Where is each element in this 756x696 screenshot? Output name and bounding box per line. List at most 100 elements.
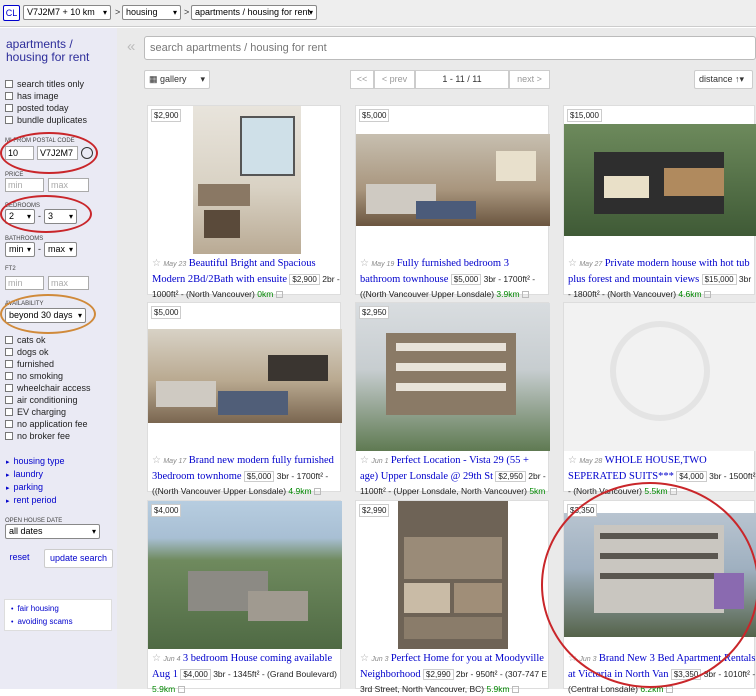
- wheelchair-access-checkbox[interactable]: wheelchair access: [5, 383, 91, 393]
- help-links-box: • fair housing • avoiding scams: [4, 599, 112, 631]
- prev-page-button[interactable]: < prev: [374, 70, 415, 89]
- search-titles-only-checkbox[interactable]: search titles only: [5, 79, 84, 89]
- chevron-down-icon: ▾: [308, 8, 313, 17]
- listing-info: ☆ May 19 Fully furnished bedroom 3 bathr…: [360, 256, 548, 301]
- parking-toggle[interactable]: ▸ parking: [6, 482, 43, 492]
- chevron-down-icon: ▾: [26, 245, 31, 254]
- no-broker-fee-checkbox[interactable]: no broker fee: [5, 431, 70, 441]
- hide-listing-icon[interactable]: [313, 488, 321, 495]
- listing-image[interactable]: [564, 303, 756, 451]
- hide-listing-icon[interactable]: [177, 686, 185, 693]
- price-badge: $2,950: [359, 306, 390, 319]
- subcategory-value: apartments / housing for rent: [195, 7, 311, 17]
- rent-period-toggle[interactable]: ▸ rent period: [6, 495, 57, 505]
- listing-info: ☆ May 17 Brand new modern fully furnishe…: [152, 453, 340, 498]
- listing-image[interactable]: [148, 106, 342, 254]
- location-value: V7J2M7 + 10 km: [27, 7, 95, 17]
- location-select[interactable]: V7J2M7 + 10 km ▾: [23, 5, 111, 20]
- hide-listing-icon[interactable]: [703, 291, 711, 298]
- listing-image[interactable]: [356, 501, 550, 649]
- max-bathrooms-value: max: [48, 244, 66, 254]
- star-icon[interactable]: ☆: [568, 258, 577, 269]
- listing-image[interactable]: [356, 303, 550, 451]
- no-application-fee-checkbox[interactable]: no application fee: [5, 419, 88, 429]
- max-sqft-input[interactable]: max: [48, 276, 89, 290]
- search-sidebar: apartments / housing for rent search tit…: [0, 28, 117, 689]
- range-indicator: 1 - 11 / 11: [415, 70, 509, 89]
- ev-charging-checkbox[interactable]: EV charging: [5, 407, 66, 417]
- triangle-right-icon: ▸: [6, 459, 10, 466]
- star-icon[interactable]: ☆: [360, 653, 369, 664]
- listing-card[interactable]: $2,990 ☆ Jun 3 Perfect Home for you at M…: [355, 500, 550, 694]
- min-sqft-input[interactable]: min: [5, 276, 44, 290]
- star-icon[interactable]: ☆: [152, 653, 161, 664]
- air-conditioning-checkbox[interactable]: air conditioning: [5, 395, 78, 405]
- min-bathrooms-select[interactable]: min ▾: [5, 242, 35, 257]
- search-input[interactable]: search apartments / housing for rent: [144, 36, 756, 60]
- first-page-button[interactable]: <<: [350, 70, 374, 89]
- posted-today-checkbox[interactable]: posted today: [5, 103, 69, 113]
- max-bathrooms-select[interactable]: max ▾: [44, 242, 77, 257]
- checkbox-icon: [5, 420, 13, 428]
- listing-distance: 4.6km: [678, 289, 702, 299]
- laundry-toggle[interactable]: ▸ laundry: [6, 469, 43, 479]
- listing-card[interactable]: $15,000 ☆ May 27 Private modern house wi…: [563, 105, 756, 299]
- furnished-checkbox[interactable]: furnished: [5, 359, 54, 369]
- star-icon[interactable]: ☆: [152, 455, 161, 466]
- checkbox-icon: [5, 384, 13, 392]
- listing-card[interactable]: $2,900 ☆ May 23 Beautiful Bright and Spa…: [147, 105, 342, 299]
- next-page-button[interactable]: next >: [509, 70, 550, 89]
- no-smoking-checkbox[interactable]: no smoking: [5, 371, 63, 381]
- annotation-circle: [0, 294, 96, 334]
- bundle-duplicates-checkbox[interactable]: bundle duplicates: [5, 115, 87, 125]
- peace-placeholder-icon: [610, 321, 710, 421]
- fair-housing-link[interactable]: • fair housing: [11, 604, 59, 613]
- checkbox-icon: [5, 432, 13, 440]
- sort-select[interactable]: distance ↑▾: [694, 70, 753, 89]
- hide-listing-icon[interactable]: [275, 291, 283, 298]
- housing-type-toggle[interactable]: ▸ housing type: [6, 456, 65, 466]
- category-title[interactable]: apartments / housing for rent: [6, 38, 111, 64]
- listing-info: ☆ May 27 Private modern house with hot t…: [568, 256, 756, 301]
- hide-listing-icon[interactable]: [665, 686, 673, 693]
- star-icon[interactable]: ☆: [360, 258, 369, 269]
- listing-card[interactable]: ☆ May 28 WHOLE HOUSE,TWO SEPERATED SUITS…: [563, 302, 756, 496]
- cats-ok-checkbox[interactable]: cats ok: [5, 335, 46, 345]
- max-price-input[interactable]: max: [48, 178, 89, 192]
- listing-card[interactable]: $5,000 ☆ May 17 Brand new modern fully f…: [147, 302, 342, 496]
- listing-image[interactable]: [148, 303, 342, 451]
- listing-image[interactable]: [148, 501, 342, 649]
- sqft-label: FT2: [5, 266, 16, 272]
- update-search-button[interactable]: update search: [44, 549, 113, 568]
- hide-listing-icon[interactable]: [521, 291, 529, 298]
- category-select[interactable]: housing ▾: [122, 5, 181, 20]
- hide-listing-icon[interactable]: [512, 686, 519, 693]
- post-date: Jun 4: [163, 656, 181, 663]
- has-image-checkbox[interactable]: has image: [5, 91, 59, 101]
- min-price-input[interactable]: min: [5, 178, 44, 192]
- reset-button[interactable]: reset: [5, 549, 34, 568]
- listing-card[interactable]: $5,000 ☆ May 19 Fully furnished bedroom …: [355, 105, 550, 299]
- open-house-select[interactable]: all dates ▾: [5, 524, 100, 539]
- star-icon[interactable]: ☆: [360, 455, 369, 466]
- collapse-sidebar-icon[interactable]: «: [127, 38, 135, 55]
- listing-card[interactable]: $2,950 ☆ Jun 1 Perfect Location - Vista …: [355, 302, 550, 509]
- dogs-ok-checkbox[interactable]: dogs ok: [5, 347, 49, 357]
- subcategory-select[interactable]: apartments / housing for rent ▾: [191, 5, 317, 20]
- craigslist-home-link[interactable]: CL: [3, 5, 20, 21]
- checkbox-label: wheelchair access: [17, 383, 91, 393]
- view-mode-select[interactable]: ▦ gallery ▾: [144, 70, 210, 89]
- listing-image[interactable]: [564, 106, 756, 254]
- star-icon[interactable]: ☆: [568, 455, 577, 466]
- top-bar: CL V7J2M7 + 10 km ▾ > housing ▾ > apartmen…: [0, 0, 756, 27]
- toggle-label: rent period: [13, 495, 57, 505]
- open-house-value: all dates: [9, 526, 43, 536]
- star-icon[interactable]: ☆: [152, 258, 161, 269]
- listing-distance: 5.9km: [152, 684, 176, 694]
- listing-card[interactable]: $4,000 ☆ Jun 4 3 bedroom House coming av…: [147, 500, 342, 694]
- listing-price: $2,950: [495, 471, 526, 482]
- listing-image[interactable]: [356, 106, 550, 254]
- checkbox-icon: [5, 80, 13, 88]
- avoiding-scams-link[interactable]: • avoiding scams: [11, 617, 73, 626]
- checkbox-label: no smoking: [17, 371, 64, 381]
